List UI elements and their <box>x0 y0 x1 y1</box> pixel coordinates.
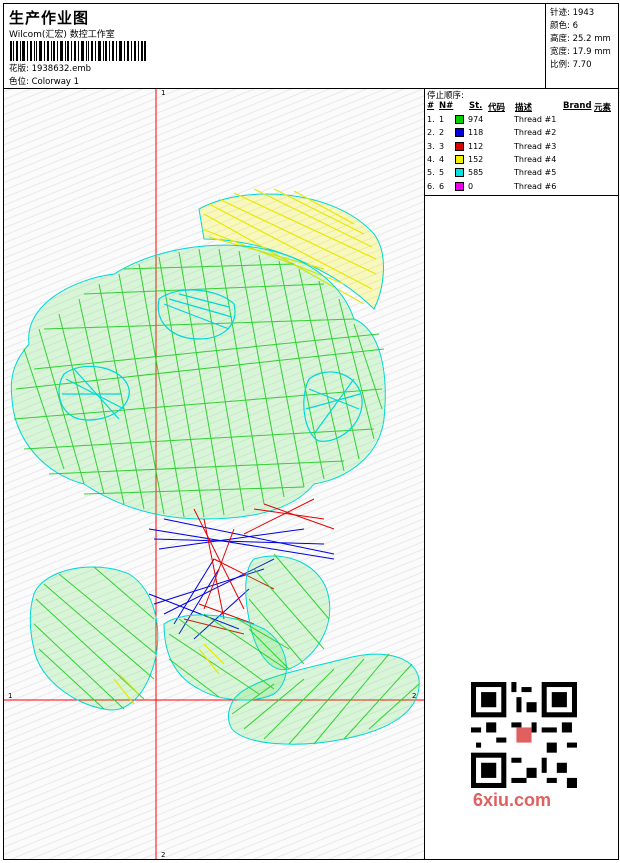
color-count: 颜色: 6 <box>550 21 578 31</box>
col-code: 代码 <box>488 103 506 113</box>
table-row: 3. 3 112 Thread #3 <box>425 141 618 154</box>
row-number: 1 <box>439 115 445 124</box>
axis-label-right: 2 <box>412 692 416 700</box>
col-description: 描述 <box>515 103 533 113</box>
row-description: Thread #3 <box>514 141 557 151</box>
row-index: 5. <box>427 168 435 178</box>
col-stitches: St. <box>469 101 483 111</box>
row-description: Thread #4 <box>514 154 557 164</box>
barcode-image <box>10 41 146 61</box>
body-stitches <box>29 553 420 745</box>
colorway-label: 色位: <box>9 77 29 87</box>
col-hash: # <box>427 101 435 111</box>
row-stitches: 112 <box>468 141 484 151</box>
color-swatch <box>455 168 464 178</box>
row-index: 6. <box>427 181 435 191</box>
stop-sequence-panel: 停止顺序: # N# St. 代码 描述 Brand 元素 1. 1 974 Thre… <box>425 89 618 195</box>
row-description: Thread #1 <box>514 115 557 124</box>
row-index: 3. <box>427 141 435 151</box>
file-info: 花版: 1938632.emb <box>9 62 91 74</box>
row-number: 6 <box>439 181 445 191</box>
colorway-info: 色位: Colorway 1 <box>9 75 79 87</box>
design-width: 宽度: 17.9 mm <box>550 47 611 57</box>
stitch-count: 针迹: 1943 <box>550 8 595 18</box>
row-index: 4. <box>427 154 435 164</box>
row-number: 4 <box>439 154 445 164</box>
design-height: 高度: 25.2 mm <box>550 34 611 44</box>
color-swatch <box>455 141 464 151</box>
row-stitches: 152 <box>468 154 484 164</box>
row-number: 2 <box>439 128 445 138</box>
row-number: 3 <box>439 141 445 151</box>
table-row: 1. 1 974 Thread #1 <box>425 114 618 127</box>
axis-label-left: 1 <box>8 692 12 700</box>
head-stitches <box>10 244 386 520</box>
axis-label-bottom: 2 <box>161 851 165 859</box>
header: 生产作业图 Wilcom(汇宏) 数控工作室 花版: 1938632.emb 色… <box>4 4 544 88</box>
page-title: 生产作业图 <box>9 9 90 27</box>
embroidery-design-area: 1 2 1 2 <box>4 89 424 859</box>
design-scale: 比例: 7.70 <box>550 60 592 70</box>
row-stitches: 974 <box>468 115 484 124</box>
row-description: Thread #6 <box>514 181 557 191</box>
col-number: N# <box>439 101 454 111</box>
col-brand: Brand <box>563 101 592 111</box>
table-row: 6. 6 0 Thread #6 <box>425 181 618 194</box>
table-row: 4. 4 152 Thread #4 <box>425 154 618 167</box>
colorway-name: Colorway 1 <box>31 77 80 87</box>
axis-label-top: 1 <box>161 89 165 97</box>
embroidery-preview: 1 2 1 2 <box>4 89 424 859</box>
row-stitches: 585 <box>468 168 484 178</box>
color-swatch <box>455 128 464 138</box>
color-swatch <box>455 115 464 124</box>
watermark-site: 6xiu.com <box>473 790 552 810</box>
row-number: 5 <box>439 168 445 178</box>
table-row: 2. 2 118 Thread #2 <box>425 127 618 140</box>
row-index: 2. <box>427 128 435 138</box>
row-description: Thread #2 <box>514 128 557 138</box>
file-name: 1938632.emb <box>31 64 92 74</box>
stats-box: 针迹: 1943 颜色: 6 高度: 25.2 mm 宽度: 17.9 mm 比… <box>545 4 618 88</box>
studio-name: Wilcom(汇宏) 数控工作室 <box>9 30 115 40</box>
table-row: 5. 5 585 Thread #5 <box>425 167 618 180</box>
row-stitches: 0 <box>468 181 474 191</box>
stop-sequence-title: 停止顺序: <box>427 91 464 101</box>
row-stitches: 118 <box>468 128 484 138</box>
row-index: 1. <box>427 115 435 124</box>
color-swatch <box>455 154 464 164</box>
qr-code-image <box>471 682 577 788</box>
color-swatch <box>455 181 464 191</box>
file-label: 花版: <box>9 64 29 74</box>
col-element: 元素 <box>594 103 612 113</box>
row-description: Thread #5 <box>514 168 557 178</box>
